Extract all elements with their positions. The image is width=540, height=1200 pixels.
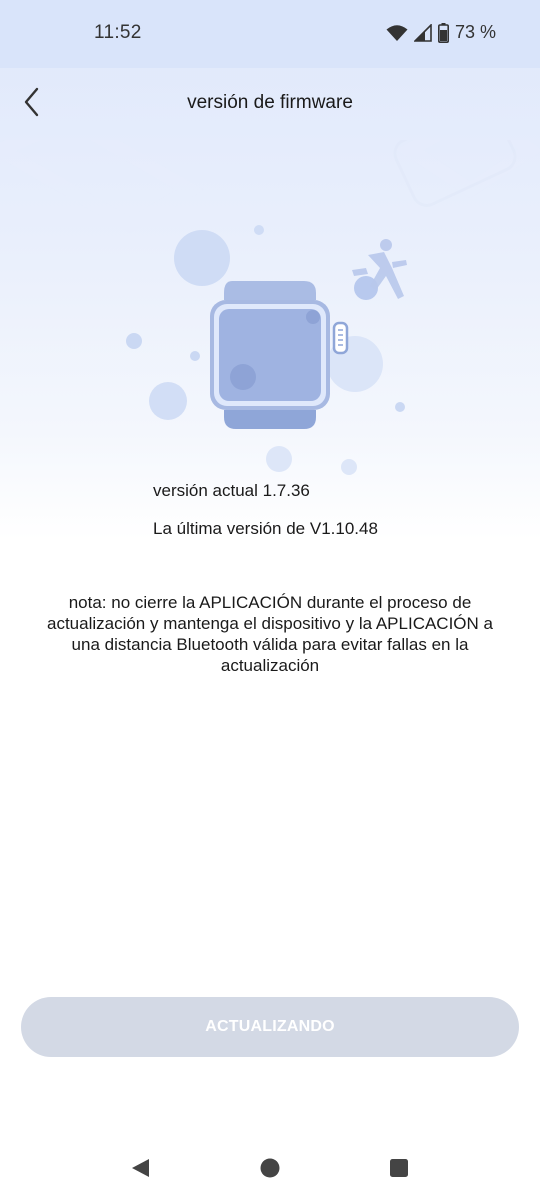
- nav-home-button[interactable]: [256, 1156, 284, 1184]
- page-title: versión de firmware: [187, 92, 353, 113]
- battery-percent: 73 %: [454, 22, 496, 42]
- status-time: 11:52: [94, 22, 142, 43]
- wifi-icon: [386, 24, 408, 42]
- app-header: versión de firmware: [0, 68, 540, 140]
- current-version: versión actual 1.7.36: [153, 481, 310, 500]
- home-circle-icon: [259, 1157, 281, 1184]
- watch-illustration: [0, 101, 540, 480]
- nav-recents-button[interactable]: [385, 1156, 413, 1184]
- battery-icon: [437, 22, 449, 43]
- system-nav-bar: [0, 1136, 540, 1200]
- recents-square-icon: [388, 1157, 410, 1184]
- status-bar: 11:52 73 %: [0, 0, 540, 68]
- updating-button[interactable]: ACTUALIZANDO: [21, 997, 519, 1057]
- back-triangle-icon: [129, 1157, 151, 1184]
- status-icons: 73 %: [386, 22, 496, 43]
- latest-version: La última versión de V1.10.48: [153, 519, 378, 538]
- nav-back-button[interactable]: [126, 1156, 154, 1184]
- cell-signal-icon: [413, 23, 432, 42]
- update-note: nota: no cierre la APLICACIÓN durante el…: [46, 593, 493, 675]
